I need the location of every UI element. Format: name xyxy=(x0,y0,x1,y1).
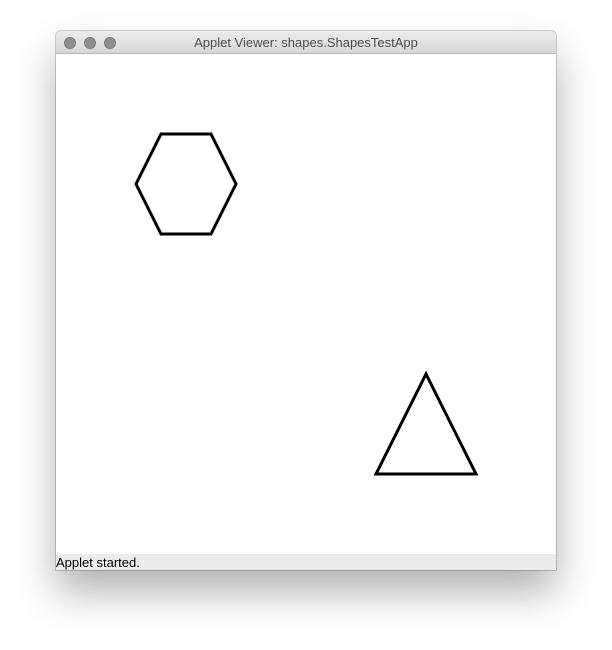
shapes-drawing xyxy=(134,132,479,476)
triangle-shape xyxy=(373,370,479,476)
applet-canvas[interactable] xyxy=(56,54,556,554)
window-title: Applet Viewer: shapes.ShapesTestApp xyxy=(194,35,418,50)
title-bar[interactable]: Applet Viewer: shapes.ShapesTestApp xyxy=(56,31,556,54)
status-bar: Applet started. xyxy=(56,554,556,570)
hexagon-shape xyxy=(134,132,238,236)
applet-viewer-window: Applet Viewer: shapes.ShapesTestApp Appl… xyxy=(56,31,556,570)
status-text: Applet started. xyxy=(56,555,140,570)
